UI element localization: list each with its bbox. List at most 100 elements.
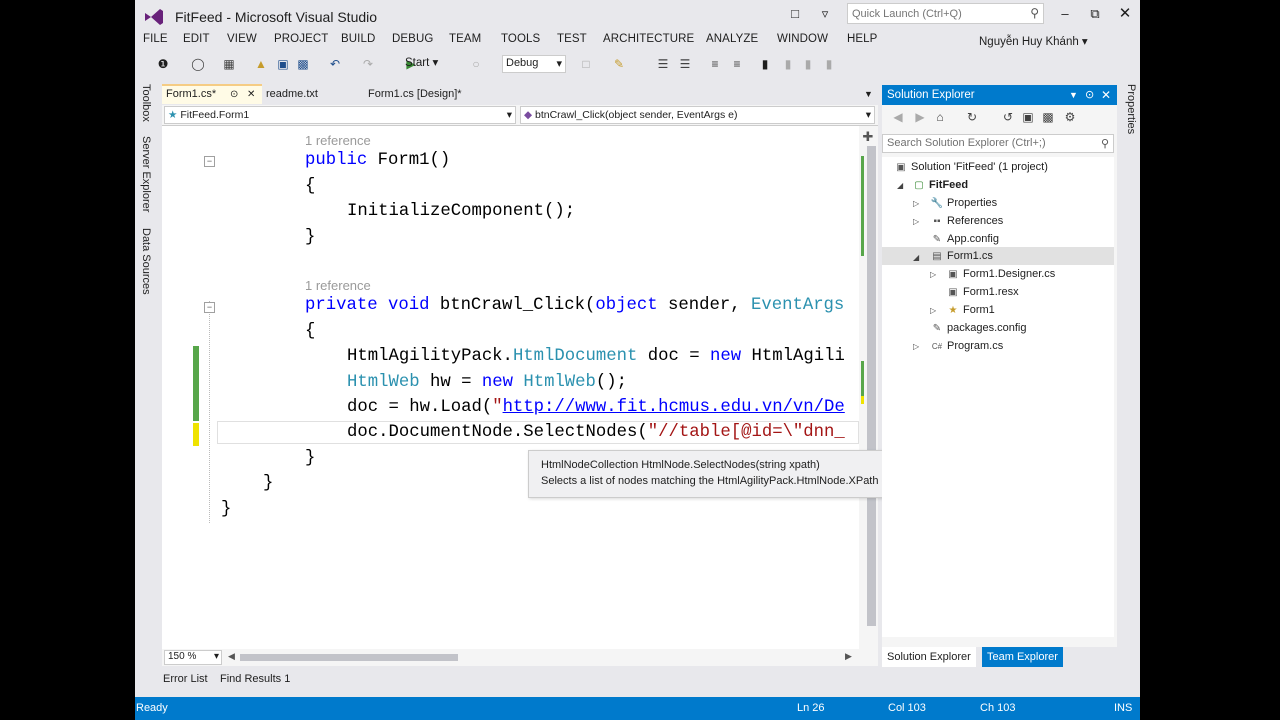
solution-configuration-select[interactable]: Debug ▾ [502,55,566,73]
tab-error-list[interactable]: Error List [163,673,208,685]
redo-icon[interactable]: ↷ [360,56,376,72]
tree-item-form1-cs[interactable]: ▤ Form1.cs [930,248,993,265]
collapse-icon[interactable]: − [204,302,215,313]
toolbox-tab[interactable]: Toolbox [140,84,152,122]
tree-item-form1-class[interactable]: ★ Form1 [946,302,995,319]
clear-bookmark-icon[interactable]: ▮ [821,56,837,72]
pin-icon[interactable]: ⊙ [230,86,238,103]
back-icon[interactable]: ❶ [155,56,171,72]
find-icon[interactable]: □ [578,56,594,72]
menu-view[interactable]: VIEW [227,33,257,45]
collapse-icon[interactable]: − [204,156,215,167]
minimize-button[interactable]: – [1050,0,1080,28]
tab-team-explorer[interactable]: Team Explorer [982,647,1063,667]
solution-search-input[interactable]: Search Solution Explorer (Ctrl+;) ⚲ [882,134,1114,153]
scroll-right-icon[interactable]: ▶ [845,651,852,662]
feedback-icon[interactable]: □ [780,0,810,28]
sync-icon[interactable]: ↻ [964,109,980,125]
collapsed-arrow-icon[interactable]: ▷ [913,342,919,351]
collapsed-arrow-icon[interactable]: ▷ [913,217,919,226]
menu-debug[interactable]: DEBUG [392,33,433,45]
tab-solution-explorer[interactable]: Solution Explorer [882,647,976,667]
tab-overflow-dropdown[interactable]: ▼ [860,84,877,104]
save-icon[interactable]: ▣ [275,56,291,72]
tree-item-packages-config[interactable]: ✎ packages.config [930,320,1027,337]
tree-item-form1-resx[interactable]: ▣ Form1.resx [946,284,1018,301]
server-explorer-tab[interactable]: Server Explorer [140,136,152,212]
refresh-icon[interactable]: ↺ [1000,109,1016,125]
close-icon[interactable]: ✕ [247,86,255,103]
code-editor[interactable]: − − 1 reference public Form1() { Initial… [162,126,859,649]
forward-icon[interactable]: ▶ [912,109,928,125]
tree-item-references[interactable]: ▪▪ References [930,213,1003,230]
start-button[interactable]: Start ▾ [405,55,438,69]
menu-project[interactable]: PROJECT [274,33,328,45]
open-folder-icon[interactable]: ▲ [253,56,269,72]
expanded-arrow-icon[interactable]: ◢ [897,181,903,190]
new-project-icon[interactable]: ▦ [221,56,237,72]
expanded-arrow-icon[interactable]: ◢ [913,253,919,262]
tree-item-project[interactable]: ▢ FitFeed [912,177,968,194]
collapse-all-icon[interactable]: ▣ [1020,109,1036,125]
quick-launch-box[interactable]: ⚲ [847,3,1044,24]
menu-file[interactable]: FILE [143,33,168,45]
filter-icon[interactable]: ▿ [810,0,840,28]
tree-item-properties[interactable]: 🔧 Properties [930,195,997,212]
member-selector[interactable]: ◆ btnCrawl_Click(object sender, EventArg… [520,106,875,124]
class-selector[interactable]: ★ FitFeed.Form1 ▾ [164,106,516,124]
panel-menu-icon[interactable]: ▼ [1069,85,1078,105]
forward-icon[interactable]: ◯ [190,56,206,72]
split-icon[interactable]: ✚ [861,130,875,144]
comment-icon[interactable]: ☰ [655,56,671,72]
zoom-select[interactable]: 150 % ▾ [164,650,222,665]
quick-launch-input[interactable] [848,4,1018,23]
code-lens-references[interactable]: 1 reference [305,133,371,148]
properties-icon[interactable]: ⚙ [1062,109,1078,125]
menu-test[interactable]: TEST [557,33,587,45]
scrollbar-thumb[interactable] [867,146,876,626]
tab-form1-cs[interactable]: Form1.cs* ⊙ ✕ [162,84,262,104]
tab-readme-txt[interactable]: readme.txt [262,84,322,104]
pin-icon[interactable]: ⊙ [1085,85,1094,105]
menu-tools[interactable]: TOOLS [501,33,540,45]
properties-tab[interactable]: Properties [1125,84,1137,134]
close-button[interactable]: ✕ [1110,0,1140,28]
menu-team[interactable]: TEAM [449,33,481,45]
collapsed-arrow-icon[interactable]: ▷ [913,199,919,208]
menu-architecture[interactable]: ARCHITECTURE [603,33,694,45]
collapsed-arrow-icon[interactable]: ▷ [930,270,936,279]
tree-item-solution[interactable]: ▣ Solution 'FitFeed' (1 project) [894,159,1048,176]
menu-edit[interactable]: EDIT [183,33,210,45]
menu-analyze[interactable]: ANALYZE [706,33,758,45]
indent-icon[interactable]: ≡ [707,56,723,72]
close-icon[interactable]: ✕ [1101,85,1111,105]
attach-icon[interactable]: ○ [468,56,484,72]
bookmark-icon[interactable]: ▮ [757,56,773,72]
user-account[interactable]: Nguyễn Huy Khánh ▾ [979,34,1088,48]
prev-bookmark-icon[interactable]: ▮ [780,56,796,72]
home-icon[interactable]: ⌂ [932,109,948,125]
tree-item-form1-designer[interactable]: ▣ Form1.Designer.cs [946,266,1055,283]
collapsed-arrow-icon[interactable]: ▷ [930,306,936,315]
tree-item-program-cs[interactable]: C# Program.cs [930,338,1003,355]
code-lens-references[interactable]: 1 reference [305,278,371,293]
uncomment-icon[interactable]: ☰ [677,56,693,72]
restore-button[interactable]: ⧉ [1080,0,1110,28]
editor-vertical-scrollbar[interactable]: ✚ [859,126,878,649]
horizontal-scrollbar-thumb[interactable] [240,654,458,661]
save-all-icon[interactable]: ▩ [295,56,311,72]
outdent-icon[interactable]: ≡ [729,56,745,72]
menu-build[interactable]: BUILD [341,33,375,45]
data-sources-tab[interactable]: Data Sources [140,228,152,295]
show-all-files-icon[interactable]: ▩ [1040,109,1056,125]
menu-help[interactable]: HELP [847,33,877,45]
build-icon[interactable]: ✎ [611,56,627,72]
tab-find-results[interactable]: Find Results 1 [220,673,290,685]
scroll-left-icon[interactable]: ◀ [228,651,235,662]
back-icon[interactable]: ◀ [890,109,906,125]
undo-icon[interactable]: ↶ [327,56,343,72]
menu-window[interactable]: WINDOW [777,33,828,45]
tab-form1-design[interactable]: Form1.cs [Design]* [364,84,466,104]
next-bookmark-icon[interactable]: ▮ [800,56,816,72]
tree-item-app-config[interactable]: ✎ App.config [930,231,999,248]
